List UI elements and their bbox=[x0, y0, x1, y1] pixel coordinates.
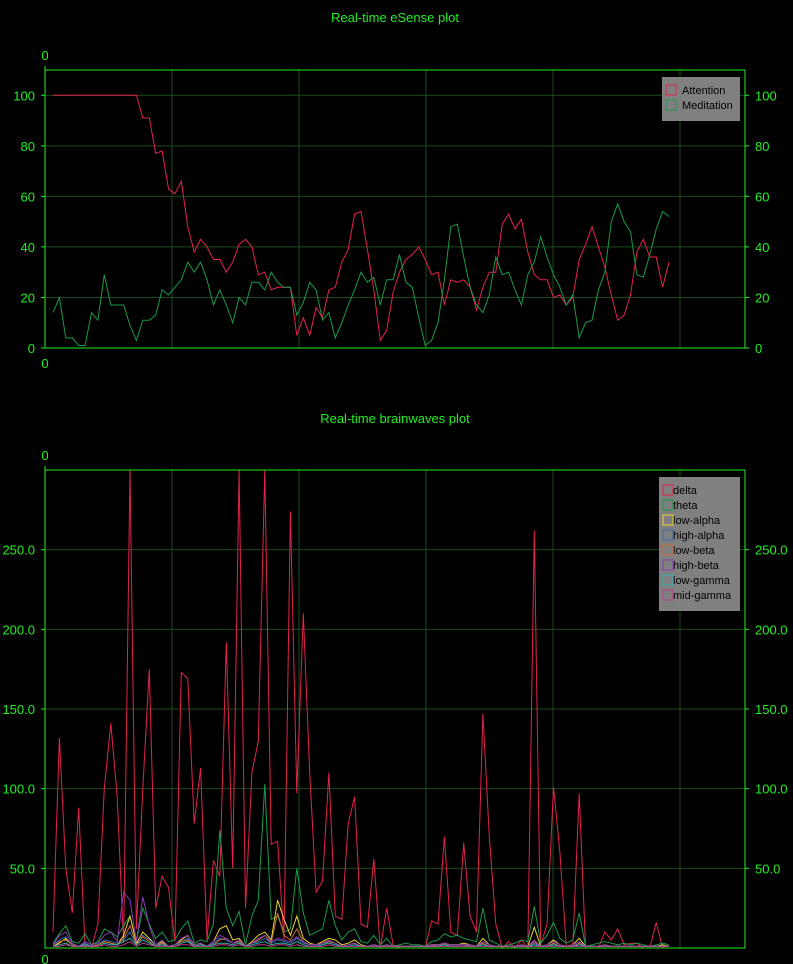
y-tick-label-left: 0 bbox=[28, 341, 35, 356]
brainwaves-chart: Real-time brainwaves plot 0 0 50.0 50.0 10… bbox=[2, 411, 787, 964]
legend-label-low-beta: low-beta bbox=[673, 545, 715, 557]
legend-label-attention: Attention bbox=[682, 85, 725, 97]
y-tick-label-left: 100.0 bbox=[2, 782, 35, 797]
y-tick-label-right: 20 bbox=[755, 290, 769, 305]
y-tick-label-left: 40 bbox=[21, 240, 35, 255]
brainwaves-chart-title: Real-time brainwaves plot bbox=[320, 411, 470, 426]
series-line-attention bbox=[53, 94, 670, 342]
y-tick-label-right: 80 bbox=[755, 139, 769, 154]
brainwaves-x-end-label: 0 bbox=[41, 952, 48, 964]
legend-label-theta: theta bbox=[673, 500, 698, 512]
esense-chart: Real-time eSense plot 0 0 0 020 2040 4060 60… bbox=[13, 10, 776, 371]
y-tick-label-right: 150.0 bbox=[755, 702, 788, 717]
esense-series bbox=[52, 94, 670, 347]
y-tick-label-left: 80 bbox=[21, 139, 35, 154]
y-tick-label-right: 100.0 bbox=[755, 782, 788, 797]
legend-label-delta: delta bbox=[673, 485, 698, 497]
legend-label-high-alpha: high-alpha bbox=[673, 530, 725, 542]
esense-x-end-label: 0 bbox=[41, 356, 48, 371]
plots-canvas: Real-time eSense plot 0 0 0 020 2040 4060 60… bbox=[2, 10, 787, 964]
esense-grid bbox=[45, 70, 745, 349]
brainwaves-legend[interactable]: delta theta low-alpha high-alpha low-beta hig… bbox=[659, 477, 740, 611]
y-tick-label-left: 60 bbox=[21, 189, 35, 204]
y-tick-label-left: 100 bbox=[13, 88, 35, 103]
legend-label-high-beta: high-beta bbox=[673, 560, 720, 572]
y-tick-label-left: 250.0 bbox=[2, 543, 35, 558]
y-tick-label-right: 60 bbox=[755, 189, 769, 204]
y-tick-label-right: 200.0 bbox=[755, 622, 788, 637]
esense-legend[interactable]: Attention Meditation bbox=[662, 77, 740, 121]
y-tick-label-left: 50.0 bbox=[10, 861, 35, 876]
esense-y-ticks: 0 0 20 20 40 40 60 60 80 80 100 100 bbox=[13, 88, 776, 356]
y-tick-label-left: 150.0 bbox=[2, 702, 35, 717]
esense-chart-title: Real-time eSense plot bbox=[331, 10, 459, 25]
legend-label-mid-gamma: mid-gamma bbox=[673, 590, 732, 602]
legend-label-meditation: Meditation bbox=[682, 100, 733, 112]
y-tick-label-left: 200.0 bbox=[2, 622, 35, 637]
legend-background bbox=[662, 77, 740, 121]
y-tick-label-right: 250.0 bbox=[755, 543, 788, 558]
legend-label-low-alpha: low-alpha bbox=[673, 515, 721, 527]
brainwaves-x-start-label: 0 bbox=[41, 448, 48, 463]
y-tick-label-right: 100 bbox=[755, 88, 777, 103]
y-tick-label-right: 50.0 bbox=[755, 861, 780, 876]
y-tick-label-right: 0 bbox=[755, 341, 762, 356]
y-tick-label-right: 40 bbox=[755, 240, 769, 255]
y-tick-label-left: 20 bbox=[21, 290, 35, 305]
esense-plot-frame bbox=[44, 69, 746, 349]
legend-label-low-gamma: low-gamma bbox=[673, 575, 731, 587]
esense-x-start-label: 0 bbox=[41, 48, 48, 63]
